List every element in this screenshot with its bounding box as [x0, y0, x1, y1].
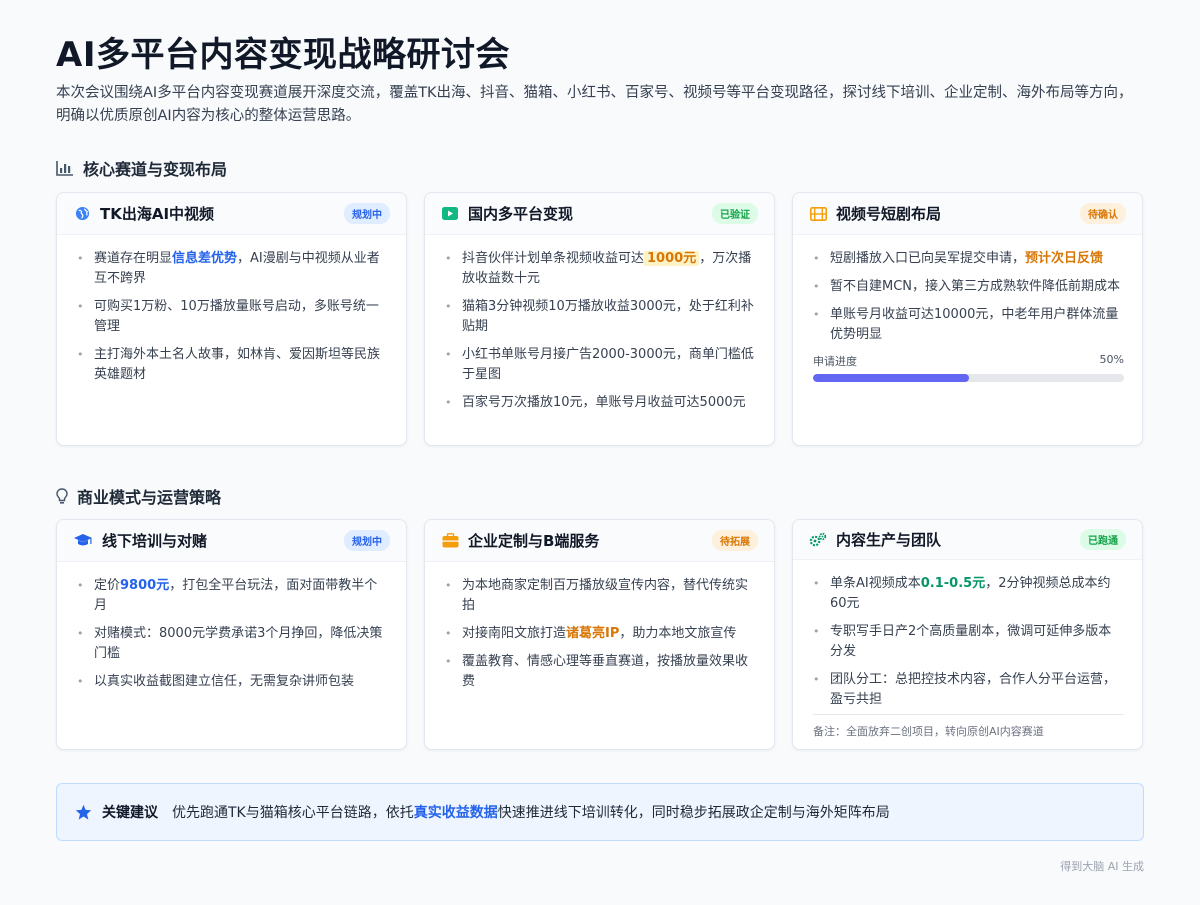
card-title: 企业定制与B端服务 — [468, 532, 600, 550]
card-header: 国内多平台变现 已验证 — [425, 193, 774, 235]
card-tk-overseas: TK出海AI中视频 规划中 赛道存在明显信息差优势，AI漫剧与中视频从业者互不跨… — [56, 192, 407, 446]
progress-fill — [813, 374, 969, 382]
card-body: 定价9800元，打包全平台玩法，面对面带教半个月 对赌模式：8000元学费承诺3… — [57, 562, 406, 749]
list-item: 以真实收益截图建立信任，无需复杂讲师包装 — [77, 672, 388, 692]
progress-value: 50% — [1099, 353, 1124, 366]
list-item: 为本地商家定制百万播放级宣传内容，替代传统实拍 — [445, 576, 756, 616]
progress-track — [813, 374, 1124, 382]
card-title: 线下培训与对赌 — [102, 532, 208, 550]
list-item: 主打海外本土名人故事，如林肯、爱因斯坦等民族英雄题材 — [77, 345, 388, 385]
play-icon — [441, 205, 459, 223]
page-subtitle: 本次会议围绕AI多平台内容变现赛道展开深度交流，覆盖TK出海、抖音、猫箱、小红书… — [56, 85, 1133, 124]
section-core-tracks: 核心赛道与变现布局 — [56, 156, 227, 180]
lightbulb-icon — [56, 487, 68, 504]
card-body: 短剧播放入口已向吴军提交申请，预计次日反馈 暂不自建MCN，接入第三方成熟软件降… — [793, 235, 1142, 445]
list-item: 定价9800元，打包全平台玩法，面对面带教半个月 — [77, 576, 388, 616]
briefcase-icon — [441, 532, 459, 550]
section-business-model: 商业模式与运营策略 — [56, 484, 221, 508]
list-item: 短剧播放入口已向吴军提交申请，预计次日反馈 — [813, 249, 1124, 269]
suggestion-label: 关键建议 — [102, 805, 158, 821]
list-item: 单账号月收益可达10000元，中老年用户群体流量优势明显 — [813, 305, 1124, 345]
suggestion-text: 优先跑通TK与猫箱核心平台链路，依托真实收益数据快速推进线下培训转化，同时稳步拓… — [172, 805, 890, 821]
card-domestic-platforms: 国内多平台变现 已验证 抖音伙伴计划单条视频收益可达1000元，万次播放收益数十… — [424, 192, 775, 446]
status-badge: 已验证 — [712, 203, 758, 224]
business-model-grid: 线下培训与对赌 规划中 定价9800元，打包全平台玩法，面对面带教半个月 对赌模… — [56, 519, 1144, 750]
card-title: 视频号短剧布局 — [836, 205, 942, 223]
progress-label: 申请进度 — [813, 355, 857, 368]
core-tracks-grid: TK出海AI中视频 规划中 赛道存在明显信息差优势，AI漫剧与中视频从业者互不跨… — [56, 192, 1144, 446]
star-icon — [75, 804, 92, 820]
card-header: 企业定制与B端服务 待拓展 — [425, 520, 774, 562]
page: AI多平台内容变现战略研讨会 本次会议围绕AI多平台内容变现赛道展开深度交流，覆… — [0, 0, 1200, 905]
card-title: TK出海AI中视频 — [100, 205, 215, 223]
card-body: 赛道存在明显信息差优势，AI漫剧与中视频从业者互不跨界 可购买1万粉、10万播放… — [57, 235, 406, 445]
card-header: 视频号短剧布局 待确认 — [793, 193, 1142, 235]
card-header: 内容生产与团队 已跑通 — [793, 520, 1142, 560]
card-body: 为本地商家定制百万播放级宣传内容，替代传统实拍 对接南阳文旅打造诸葛亮IP，助力… — [425, 562, 774, 749]
list-item: 猫箱3分钟视频10万播放收益3000元，处于红利补贴期 — [445, 297, 756, 337]
status-badge: 规划中 — [344, 203, 390, 224]
key-suggestion: 关键建议 优先跑通TK与猫箱核心平台链路，依托真实收益数据快速推进线下培训转化，… — [56, 783, 1144, 841]
card-content-team: 内容生产与团队 已跑通 单条AI视频成本0.1-0.5元，2分钟视频总成本约60… — [792, 519, 1143, 750]
list-item: 可购买1万粉、10万播放量账号启动，多账号统一管理 — [77, 297, 388, 337]
status-badge: 已跑通 — [1080, 529, 1126, 550]
card-video-channel-drama: 视频号短剧布局 待确认 短剧播放入口已向吴军提交申请，预计次日反馈 暂不自建MC… — [792, 192, 1143, 446]
card-title: 国内多平台变现 — [468, 205, 574, 223]
page-title: AI多平台内容变现战略研讨会 — [56, 35, 510, 75]
application-progress: 申请进度 50% — [813, 353, 1124, 382]
card-enterprise-custom: 企业定制与B端服务 待拓展 为本地商家定制百万播放级宣传内容，替代传统实拍 对接… — [424, 519, 775, 750]
graduation-cap-icon — [73, 532, 93, 550]
section-title: 商业模式与运营策略 — [77, 488, 222, 507]
list-item: 暂不自建MCN，接入第三方成熟软件降低前期成本 — [813, 277, 1124, 297]
card-note: 备注：全面放弃二创项目，转向原创AI内容赛道 — [813, 714, 1124, 739]
status-badge: 规划中 — [344, 530, 390, 551]
card-body: 单条AI视频成本0.1-0.5元，2分钟视频总成本约60元 专职写手日产2个高质… — [793, 560, 1142, 749]
status-badge: 待确认 — [1080, 203, 1126, 224]
list-item: 专职写手日产2个高质量剧本，微调可延伸多版本分发 — [813, 622, 1124, 662]
card-header: 线下培训与对赌 规划中 — [57, 520, 406, 562]
bar-chart-icon — [56, 161, 73, 176]
gears-icon — [809, 531, 827, 549]
status-badge: 待拓展 — [712, 530, 758, 551]
card-header: TK出海AI中视频 规划中 — [57, 193, 406, 235]
section-title: 核心赛道与变现布局 — [83, 160, 228, 179]
globe-icon — [73, 205, 91, 223]
list-item: 单条AI视频成本0.1-0.5元，2分钟视频总成本约60元 — [813, 574, 1124, 614]
list-item: 团队分工：总把控技术内容，合作人分平台运营，盈亏共担 — [813, 670, 1124, 710]
list-item: 小红书单账号月接广告2000-3000元，商单门槛低于星图 — [445, 345, 756, 385]
film-icon — [809, 205, 827, 223]
card-title: 内容生产与团队 — [836, 531, 942, 549]
card-body: 抖音伙伴计划单条视频收益可达1000元，万次播放收益数十元 猫箱3分钟视频10万… — [425, 235, 774, 445]
list-item: 对赌模式：8000元学费承诺3个月挣回，降低决策门槛 — [77, 624, 388, 664]
list-item: 抖音伙伴计划单条视频收益可达1000元，万次播放收益数十元 — [445, 249, 756, 289]
footer-credit: 得到大脑 AI 生成 — [1060, 860, 1144, 873]
list-item: 百家号万次播放10元，单账号月收益可达5000元 — [445, 393, 756, 413]
list-item: 赛道存在明显信息差优势，AI漫剧与中视频从业者互不跨界 — [77, 249, 388, 289]
list-item: 对接南阳文旅打造诸葛亮IP，助力本地文旅宣传 — [445, 624, 756, 644]
card-offline-training: 线下培训与对赌 规划中 定价9800元，打包全平台玩法，面对面带教半个月 对赌模… — [56, 519, 407, 750]
list-item: 覆盖教育、情感心理等垂直赛道，按播放量效果收费 — [445, 652, 756, 692]
